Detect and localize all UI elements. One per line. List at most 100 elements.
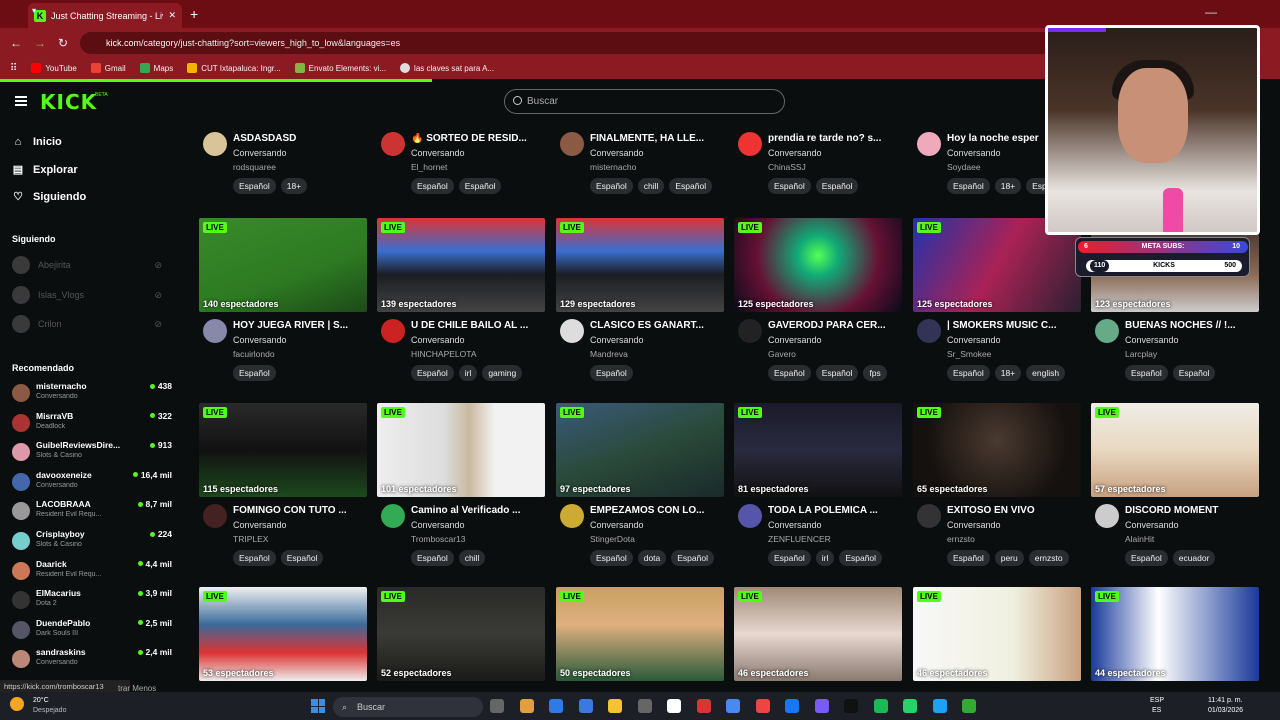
tag-chip[interactable]: Español xyxy=(590,550,633,566)
tag-chip[interactable]: gaming xyxy=(482,365,523,381)
taskbar-app-icon[interactable] xyxy=(696,699,711,713)
stream-card[interactable]: LIVE 50 espectadores xyxy=(556,587,724,692)
channel-avatar[interactable] xyxy=(203,132,227,156)
stream-category[interactable]: Conversando xyxy=(411,520,465,530)
tag-chip[interactable]: Español xyxy=(815,365,859,381)
tag-chip[interactable]: Español xyxy=(233,365,276,381)
tag-chip[interactable]: Español xyxy=(233,178,276,194)
channel-avatar[interactable] xyxy=(917,319,941,343)
stream-card[interactable]: LIVE 46 espectadores xyxy=(734,587,902,692)
stream-thumbnail[interactable]: LIVE 44 espectadores xyxy=(1091,587,1259,681)
tag-chip[interactable]: Español xyxy=(233,550,276,566)
stream-category[interactable]: Conversando xyxy=(590,148,644,158)
kick-logo[interactable]: KICK xyxy=(40,90,97,114)
recommended-item[interactable]: LACOBRAAA Resident Evil Requ... 8,7 mil xyxy=(12,498,172,524)
bookmark-sat[interactable]: las claves sat para A... xyxy=(400,63,494,73)
tag-chip[interactable]: Español xyxy=(590,178,633,194)
tag-chip[interactable]: Español xyxy=(411,365,454,381)
taskbar-app-icon[interactable] xyxy=(637,699,652,713)
channel-avatar[interactable] xyxy=(381,504,405,528)
stream-username[interactable]: El_hornet xyxy=(411,162,447,172)
taskbar-app-icon[interactable] xyxy=(519,699,534,713)
stream-category[interactable]: Conversando xyxy=(947,520,1001,530)
tag-chip[interactable]: Español xyxy=(590,365,633,381)
tag-chip[interactable]: ernzsto xyxy=(1028,550,1069,566)
recommended-item[interactable]: misternacho Conversando 438 xyxy=(12,380,172,406)
tag-chip[interactable]: Español xyxy=(815,178,859,194)
taskbar-app-icon[interactable] xyxy=(903,699,917,713)
channel-avatar[interactable] xyxy=(203,319,227,343)
stream-card[interactable]: LIVE 140 espectadores HOY JUEGA RIVER | S.… xyxy=(199,218,367,388)
stream-thumbnail[interactable]: LIVE 46 espectadores xyxy=(913,587,1081,681)
stream-card[interactable]: prendia re tarde no? s... Conversando Chin… xyxy=(734,120,902,202)
tag-chip[interactable]: Español xyxy=(458,178,502,194)
stream-username[interactable]: Soydaee xyxy=(947,162,981,172)
stream-category[interactable]: Conversando xyxy=(411,148,465,158)
taskbar-app-icon[interactable] xyxy=(726,699,740,713)
channel-avatar[interactable] xyxy=(203,504,227,528)
stream-username[interactable]: StingerDota xyxy=(590,534,635,544)
stream-thumbnail[interactable]: LIVE 53 espectadores xyxy=(199,587,367,681)
tag-chip[interactable]: Español xyxy=(947,365,990,381)
channel-avatar[interactable] xyxy=(560,132,584,156)
stream-title[interactable]: EXITOSO EN VIVO xyxy=(947,505,1079,516)
stream-card[interactable]: LIVE 46 espectadores xyxy=(913,587,1081,692)
channel-avatar[interactable] xyxy=(1095,504,1119,528)
tag-chip[interactable]: chill xyxy=(458,550,486,566)
following-item[interactable]: Islas_Vlogs ⊘ xyxy=(12,286,162,304)
stream-thumbnail[interactable]: LIVE 139 espectadores xyxy=(377,218,545,312)
stream-category[interactable]: Conversando xyxy=(233,520,287,530)
bookmark-youtube[interactable]: YouTube xyxy=(31,63,77,73)
stream-username[interactable]: Gavero xyxy=(768,349,796,359)
forward-icon[interactable]: → xyxy=(34,36,46,50)
stream-title[interactable]: CLASICO ES GANART... xyxy=(590,320,722,331)
taskbar-app-icon[interactable] xyxy=(932,699,947,713)
stream-card[interactable]: 🔥 SORTEO DE RESID... Conversando El_hornet… xyxy=(377,120,545,202)
stream-title[interactable]: prendia re tarde no? s... xyxy=(768,133,900,144)
stream-category[interactable]: Conversando xyxy=(947,335,1001,345)
recommended-item[interactable]: DuendePablo Dark Souls III 2,5 mil xyxy=(12,617,172,643)
stream-card[interactable]: LIVE 53 espectadores xyxy=(199,587,367,692)
channel-avatar[interactable] xyxy=(738,132,762,156)
stream-title[interactable]: Camino al Verificado ... xyxy=(411,505,543,516)
language-indicator[interactable]: ESP xyxy=(1150,697,1164,704)
stream-username[interactable]: Sr_Smokee xyxy=(947,349,991,359)
stream-title[interactable]: EMPEZAMOS CON LO... xyxy=(590,505,722,516)
nav-explorar[interactable]: ▤ Explorar xyxy=(12,163,78,177)
stream-thumbnail[interactable]: LIVE 65 espectadores xyxy=(913,403,1081,497)
stream-thumbnail[interactable]: LIVE 140 espectadores xyxy=(199,218,367,312)
recommended-item[interactable]: davooxeneize Conversando 16,4 mil xyxy=(12,469,172,495)
stream-card[interactable]: LIVE 101 espectadores Camino al Verificado… xyxy=(377,403,545,573)
stream-username[interactable]: AlainHit xyxy=(1125,534,1154,544)
stream-thumbnail[interactable]: LIVE 57 espectadores xyxy=(1091,403,1259,497)
stream-thumbnail[interactable]: LIVE 52 espectadores xyxy=(377,587,545,681)
stream-username[interactable]: ZENFLUENCER xyxy=(768,534,831,544)
channel-avatar[interactable] xyxy=(917,132,941,156)
stream-thumbnail[interactable]: LIVE 101 espectadores xyxy=(377,403,545,497)
channel-avatar[interactable] xyxy=(560,504,584,528)
taskbar-app-icon[interactable] xyxy=(755,699,770,713)
taskbar-app-icon[interactable] xyxy=(490,699,504,713)
stream-title[interactable]: FINALMENTE, HA LLE... xyxy=(590,133,722,144)
stream-category[interactable]: Conversando xyxy=(768,520,822,530)
stream-thumbnail[interactable]: LIVE 46 espectadores xyxy=(734,587,902,681)
tag-chip[interactable]: Español xyxy=(839,550,883,566)
recommended-item[interactable]: sandraskins Conversando 2,4 mil xyxy=(12,646,172,672)
stream-category[interactable]: Conversando xyxy=(768,335,822,345)
stream-title[interactable]: TODA LA POLEMICA ... xyxy=(768,505,900,516)
stream-title[interactable]: 🔥 SORTEO DE RESID... xyxy=(411,133,543,144)
stream-username[interactable]: TRIPLEX xyxy=(233,534,268,544)
taskbar-app-icon[interactable] xyxy=(814,699,829,713)
tag-chip[interactable]: dota xyxy=(637,550,667,566)
taskbar-app-icon[interactable] xyxy=(578,699,593,713)
taskbar-app-icon[interactable] xyxy=(667,699,681,713)
following-item[interactable]: Abejirita ⊘ xyxy=(12,256,162,274)
stream-title[interactable]: ASDASDASD xyxy=(233,133,365,144)
stream-card[interactable]: FINALMENTE, HA LLE... Conversando misterna… xyxy=(556,120,724,202)
tag-chip[interactable]: Español xyxy=(1125,365,1168,381)
stream-title[interactable]: DISCORD MOMENT xyxy=(1125,505,1257,516)
stream-thumbnail[interactable]: LIVE 50 espectadores xyxy=(556,587,724,681)
stream-card[interactable]: LIVE 139 espectadores U DE CHILE BAILO AL … xyxy=(377,218,545,388)
new-tab-icon[interactable]: + xyxy=(190,6,198,22)
taskbar-app-icon[interactable] xyxy=(549,699,563,713)
